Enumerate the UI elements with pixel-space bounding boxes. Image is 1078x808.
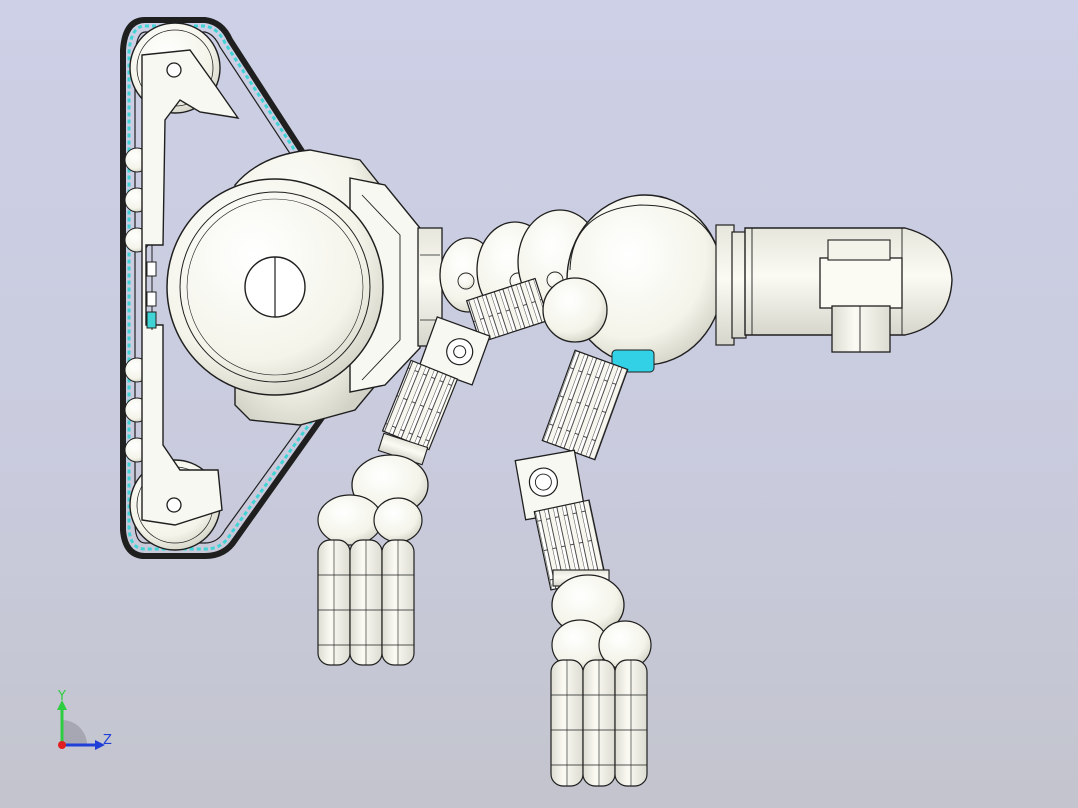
- shoulder-sphere: [566, 194, 724, 366]
- bottom-axle-icon: [166, 497, 182, 513]
- drive-housing: [166, 149, 443, 426]
- rear-foot-toes: [550, 659, 648, 787]
- y-axis-label: Y: [57, 689, 66, 704]
- end-actuator: [819, 257, 903, 309]
- x-axis-dot: [58, 741, 66, 749]
- front-foot-toes: [317, 539, 415, 666]
- top-axle-icon: [166, 62, 182, 78]
- cad-viewport[interactable]: Y Z: [0, 0, 1078, 808]
- belt-tensioner: [146, 245, 157, 330]
- shoulder-sphere-group: [566, 194, 953, 373]
- axis-triad: Y Z: [57, 689, 112, 750]
- z-axis-label: Z: [103, 733, 112, 748]
- rear-leg: [514, 349, 652, 787]
- robot-model[interactable]: Y Z: [0, 0, 1078, 808]
